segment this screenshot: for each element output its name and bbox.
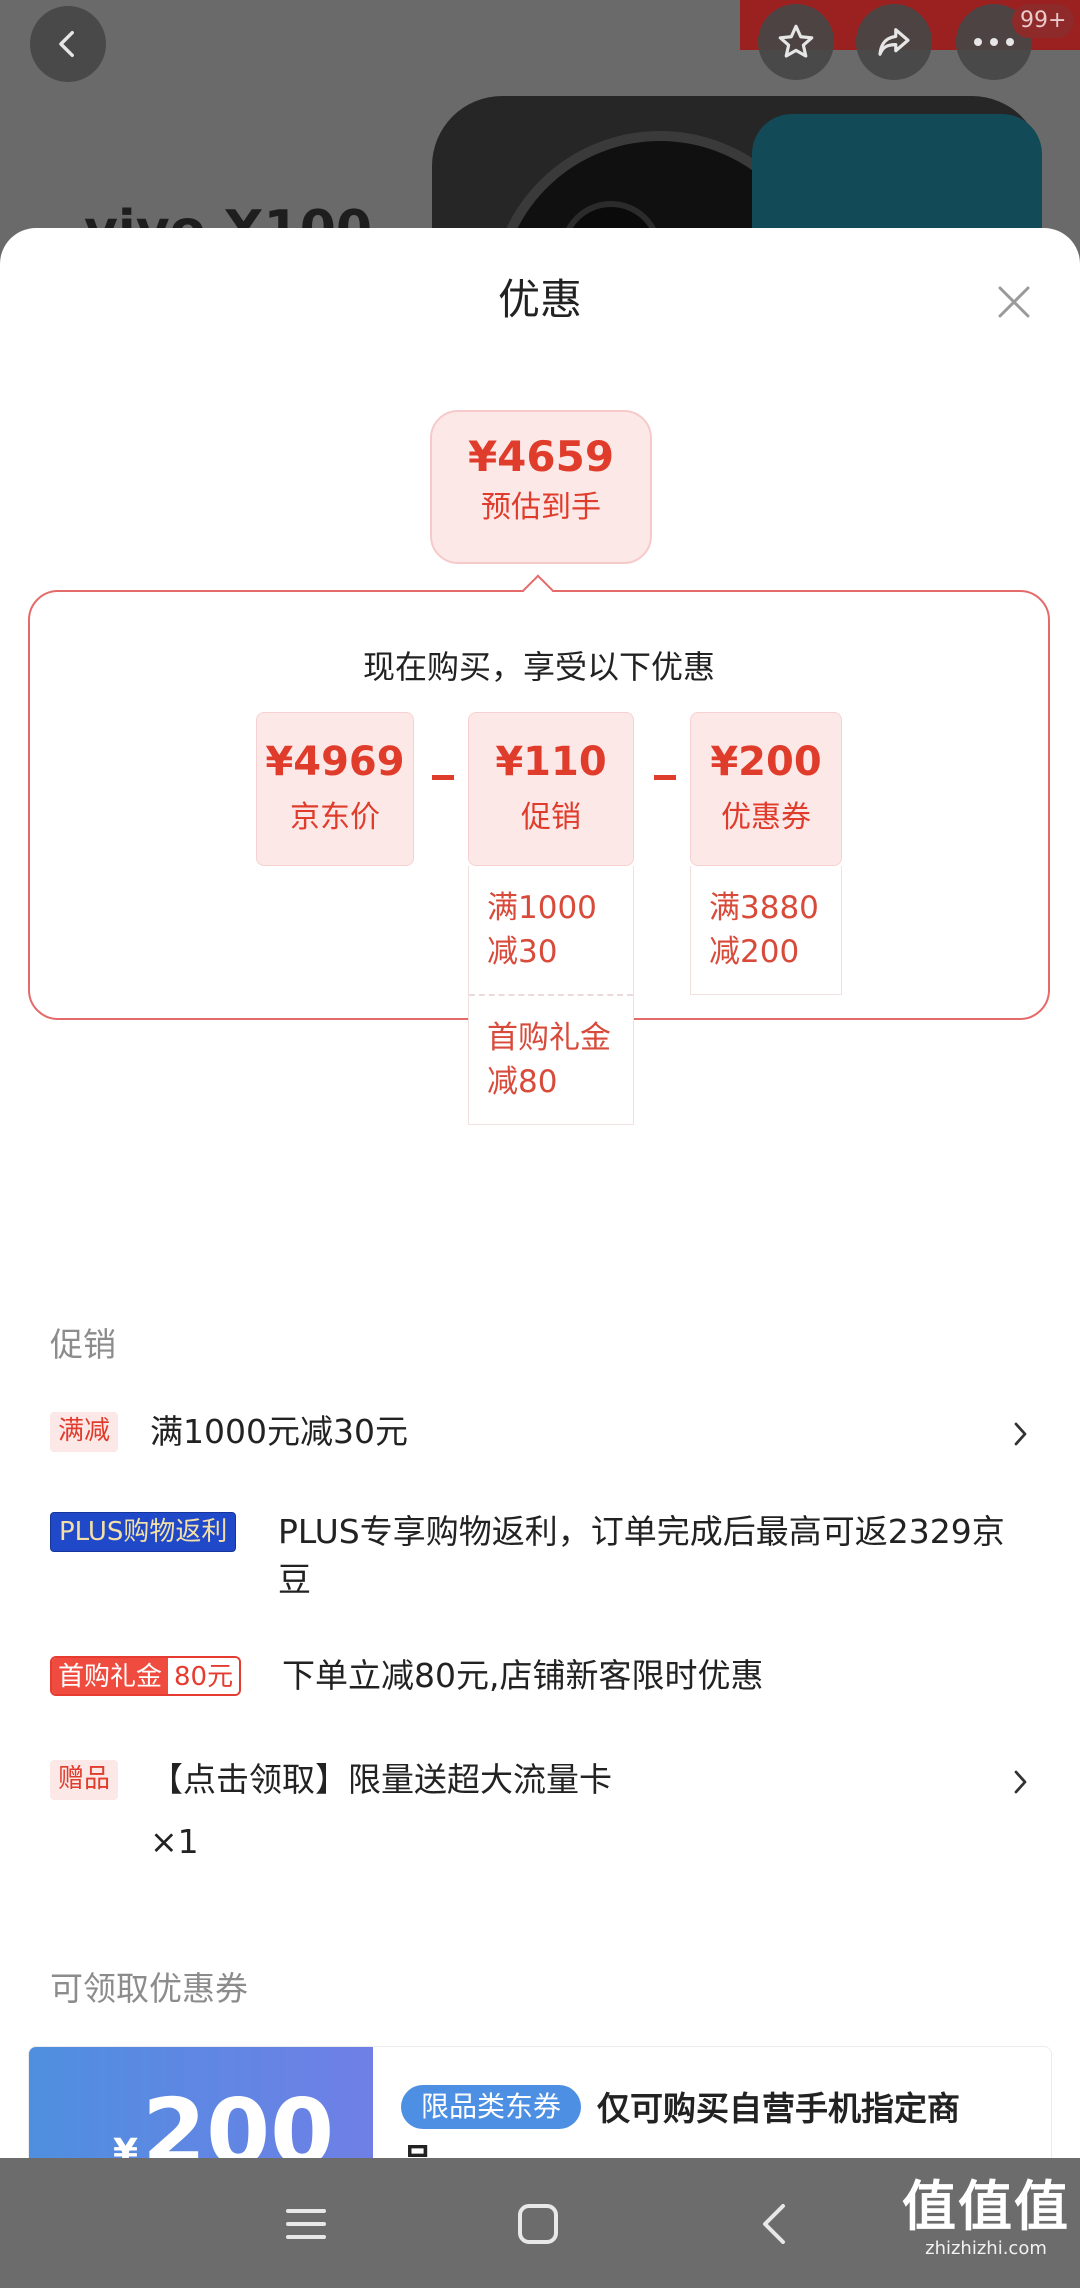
- coupon-detail-item: 满3880 减200: [709, 890, 819, 970]
- promo-text: 【点击领取】限量送超大流量卡: [150, 1760, 612, 1799]
- coupon-notches: [29, 2047, 35, 2158]
- more-icon: [974, 38, 1014, 46]
- promotion-amount: ¥110: [495, 739, 607, 785]
- minus-sign: [432, 775, 454, 780]
- star-icon: [778, 24, 814, 58]
- home-square-icon: [518, 2204, 558, 2244]
- menu-icon: [286, 2209, 326, 2239]
- coupon-amount: ¥200: [710, 739, 822, 785]
- site-watermark: 值值值 zhizhizhi.com: [902, 2176, 1070, 2260]
- close-button[interactable]: [988, 276, 1040, 328]
- jd-price-label: 京东价: [290, 800, 380, 835]
- share-button[interactable]: [856, 4, 932, 80]
- coupon-value-amount: 200: [142, 2079, 335, 2159]
- system-nav-bar: 值值值 zhizhizhi.com: [0, 2158, 1080, 2288]
- coupons-section-title: 可领取优惠券: [50, 1969, 248, 2008]
- share-icon: [878, 28, 910, 56]
- promo-text: 下单立减80元,店铺新客限时优惠: [282, 1656, 764, 1695]
- system-back-button[interactable]: [744, 2194, 804, 2254]
- favorite-button[interactable]: [758, 4, 834, 80]
- estimated-price-label: 预估到手: [481, 490, 601, 525]
- coupon-card: ¥200 优惠券: [690, 712, 842, 866]
- back-button[interactable]: [30, 6, 106, 82]
- coupon-currency: ¥: [113, 2132, 139, 2158]
- plus-rebate-tag: PLUS购物返利: [50, 1512, 237, 1552]
- home-button[interactable]: [508, 2194, 568, 2254]
- discount-tag: 满减: [50, 1412, 119, 1452]
- chevron-left-icon: [59, 30, 74, 58]
- coupon-label: 优惠券: [721, 800, 811, 835]
- promo-row-gift[interactable]: 赠品 【点击领取】限量送超大流量卡 ×1: [50, 1760, 1030, 1870]
- gift-quantity: ×1: [150, 1822, 199, 1861]
- coupon-category-tag: 限品类东券: [401, 2085, 582, 2129]
- promotion-detail-item: 首购礼金 减80: [469, 994, 633, 1124]
- promotion-card: ¥110 促销: [468, 712, 634, 866]
- breakdown-heading: 现在购买，享受以下优惠: [362, 648, 715, 686]
- recents-button[interactable]: [276, 2194, 336, 2254]
- coupon-detail-list: 满3880 减200: [690, 866, 842, 995]
- promotion-detail-item: 满1000 减30: [487, 890, 597, 970]
- first-purchase-tag: 首购礼金 80元: [50, 1656, 242, 1696]
- jd-price-card: ¥4969 京东价: [256, 712, 414, 866]
- chevron-right-icon: [1014, 1770, 1027, 1794]
- price-breakdown-panel: 现在购买，享受以下优惠 ¥4969 京东价 ¥110 促销 满1000 减30 …: [28, 590, 1050, 1125]
- estimated-price-box: ¥4659 预估到手: [430, 410, 652, 564]
- chevron-right-icon: [1014, 1422, 1027, 1446]
- coupon-item[interactable]: ¥ 200 仅可购买自营手机指定商品 限品类东券: [28, 2046, 1052, 2158]
- sheet-title: 优惠: [497, 275, 582, 324]
- promotion-label: 促销: [521, 800, 581, 835]
- notification-badge: 99+: [1012, 4, 1075, 38]
- close-icon: [998, 286, 1030, 318]
- promotions-section-title: 促销: [50, 1325, 116, 1364]
- promo-row-first-purchase: 首购礼金 80元 下单立减80元,店铺新客限时优惠: [50, 1656, 1030, 1706]
- jd-price-amount: ¥4969: [265, 739, 405, 785]
- minus-sign: [654, 775, 676, 780]
- first-purchase-tag-label: 首购礼金: [52, 1658, 169, 1694]
- gift-tag: 赠品: [50, 1760, 119, 1800]
- watermark-url: zhizhizhi.com: [925, 2238, 1047, 2259]
- watermark-logo-text: 值值值: [902, 2175, 1070, 2238]
- promo-text: PLUS专享购物返利，订单完成后最高可返2329京豆: [278, 1512, 1005, 1599]
- promo-row-plus-rebate: PLUS购物返利 PLUS专享购物返利，订单完成后最高可返2329京豆: [50, 1512, 1030, 1612]
- back-arrow-icon: [763, 2204, 785, 2244]
- promo-text: 满1000元减30元: [150, 1412, 408, 1451]
- discount-sheet: 优惠 ¥4659 预估到手 现在购买，享受以下优惠 ¥4969 京东价 ¥110…: [0, 228, 1080, 2158]
- estimated-price: ¥4659: [467, 432, 615, 481]
- first-purchase-tag-value: 80元: [168, 1658, 240, 1694]
- promo-row-discount[interactable]: 满减 满1000元减30元: [50, 1412, 1030, 1462]
- promotion-detail-list: 满1000 减30 首购礼金 减80: [468, 866, 634, 1125]
- coupon-value: ¥ 200: [113, 2079, 335, 2159]
- coupon-value-panel: ¥ 200: [29, 2047, 373, 2158]
